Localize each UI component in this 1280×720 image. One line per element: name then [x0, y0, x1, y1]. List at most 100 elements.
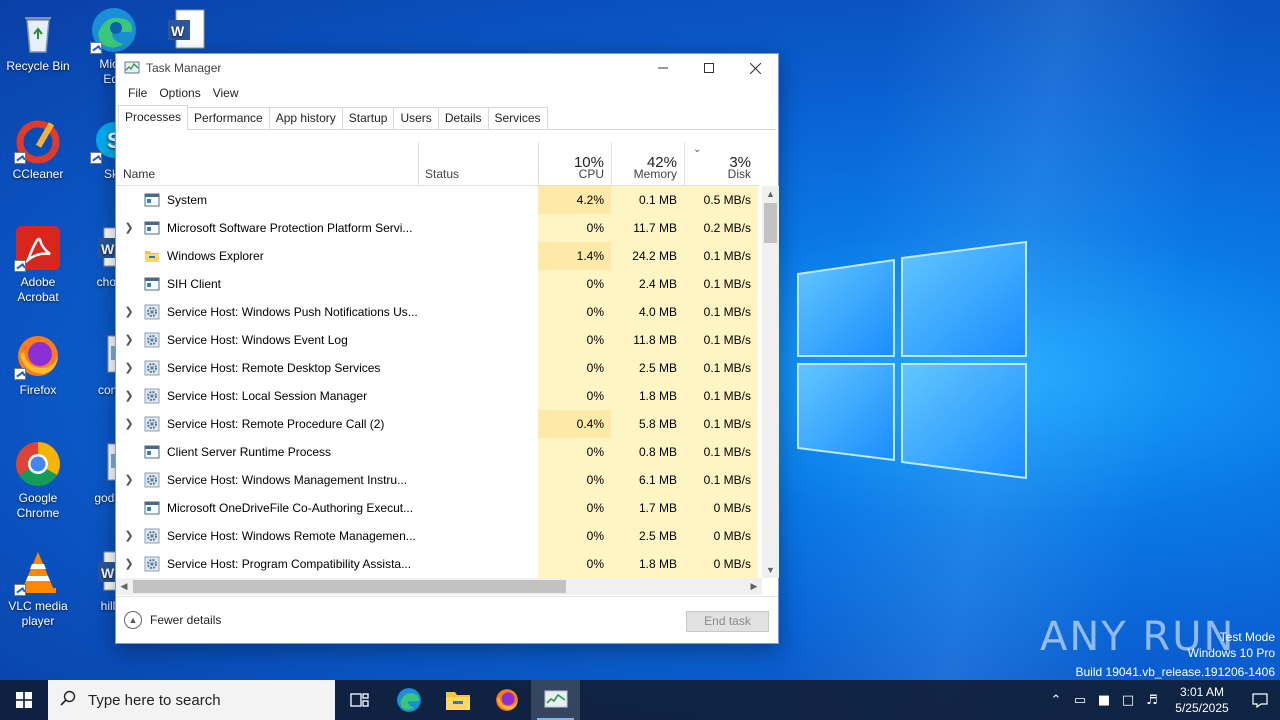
table-row[interactable]: ❯ Service Host: Windows Push Notification… [116, 298, 759, 326]
taskbar-search-box[interactable]: Type here to search [48, 680, 335, 720]
network-icon[interactable]: □ [1116, 693, 1140, 708]
desktop-icon-ccleaner[interactable]: CCleaner [0, 116, 76, 182]
expand-chevron-icon[interactable]: ❯ [123, 417, 135, 431]
table-row[interactable]: System 4.2% 0.1 MB 0.5 MB/s [116, 186, 759, 214]
close-icon [749, 62, 761, 74]
table-row[interactable]: ❯ Service Host: Remote Desktop Services 0%… [116, 354, 759, 382]
desktop-icon-recycle-bin[interactable]: Recycle Bin [0, 8, 76, 74]
table-row[interactable]: ❯ Service Host: Windows Event Log 0% 11.8 M… [116, 326, 759, 354]
process-name: Microsoft Software Protection Platform S… [167, 221, 413, 235]
column-header-cpu[interactable]: 10% CPU [538, 142, 611, 186]
desktop-icon-vlc[interactable]: VLC media player [0, 548, 76, 629]
firefox-icon [495, 689, 518, 711]
vertical-scroll-thumb[interactable] [764, 203, 777, 243]
tab-details[interactable]: Details [437, 107, 489, 129]
menu-options[interactable]: Options [153, 86, 206, 100]
column-header-row: Name Status 10% CPU 42% Memory ⌄ 3% Disk [116, 142, 759, 186]
maximize-button[interactable] [686, 54, 732, 82]
minimize-button[interactable] [640, 54, 686, 82]
horizontal-scroll-thumb[interactable] [133, 580, 566, 593]
tab-users[interactable]: Users [393, 107, 439, 129]
desktop-icon-firefox[interactable]: Firefox [0, 332, 76, 398]
gear-icon [144, 416, 160, 432]
taskbar-edge[interactable] [384, 680, 433, 720]
desktop-icon-adobe-acrobat[interactable]: Adobe Acrobat [0, 224, 76, 305]
expand-chevron-icon[interactable]: ❯ [123, 473, 135, 487]
action-center-button[interactable] [1240, 692, 1280, 708]
expand-chevron-icon[interactable]: ❯ [123, 361, 135, 375]
table-row[interactable]: Microsoft OneDriveFile Co-Authoring Exec… [116, 494, 759, 522]
expand-chevron-icon[interactable]: ❯ [123, 389, 135, 403]
tablet-icon[interactable]: ▭ [1068, 693, 1092, 708]
memory-cell: 2.5 MB [611, 354, 684, 382]
taskbar-firefox[interactable] [482, 680, 531, 720]
column-header-name[interactable]: Name [123, 142, 413, 186]
tab-startup[interactable]: Startup [341, 107, 395, 129]
column-header-memory[interactable]: 42% Memory [611, 142, 684, 186]
tab-app-history[interactable]: App history [268, 107, 343, 129]
table-row[interactable]: Client Server Runtime Process 0% 0.8 MB 0.1… [116, 438, 759, 466]
horizontal-scrollbar[interactable]: ◀ ▶ [116, 578, 762, 595]
cpu-cell: 4.2% [538, 186, 611, 214]
table-row[interactable]: ❯ Service Host: Windows Remote Managemen.… [116, 522, 759, 550]
table-row[interactable]: ❯ Service Host: Program Compatibility Ass… [116, 550, 759, 578]
scroll-down-arrow-icon[interactable]: ▼ [762, 562, 779, 578]
volume-icon[interactable]: ♬ [1140, 693, 1164, 708]
end-task-button[interactable]: End task [686, 611, 769, 632]
watermark-build: Build 19041.vb_release.191206-1406 [1075, 665, 1276, 679]
desktop-icon-word-document[interactable]: W [148, 6, 224, 57]
vertical-scrollbar[interactable]: ▲ ▼ [762, 186, 779, 578]
taskbar-file-explorer[interactable] [433, 680, 482, 720]
column-header-disk[interactable]: ⌄ 3% Disk [684, 142, 758, 186]
expand-chevron-icon[interactable]: ❯ [123, 557, 135, 571]
disk-cell: 0.1 MB/s [684, 354, 758, 382]
menu-bar: File Options View [116, 82, 778, 104]
scroll-left-arrow-icon[interactable]: ◀ [116, 578, 132, 595]
expand-chevron-icon[interactable]: ❯ [123, 333, 135, 347]
tab-services[interactable]: Services [487, 107, 548, 129]
memory-cell: 11.7 MB [611, 214, 684, 242]
scroll-up-arrow-icon[interactable]: ▲ [762, 186, 779, 202]
tab-performance[interactable]: Performance [187, 107, 270, 129]
table-row[interactable]: ❯ Microsoft Software Protection Platform … [116, 214, 759, 242]
start-button[interactable] [0, 680, 48, 720]
memory-cell: 0.8 MB [611, 438, 684, 466]
desktop-icon-google-chrome[interactable]: Google Chrome [0, 440, 76, 521]
ccleaner-icon [14, 116, 62, 164]
title-bar[interactable]: Task Manager [116, 54, 778, 82]
window-title: Task Manager [146, 61, 222, 75]
chevron-up-icon: ▲ [124, 611, 142, 629]
disk-cell: 0.1 MB/s [684, 410, 758, 438]
memory-cell: 4.0 MB [611, 298, 684, 326]
table-row[interactable]: SIH Client 0% 2.4 MB 0.1 MB/s [116, 270, 759, 298]
fewer-details-button[interactable]: ▲ Fewer details [124, 611, 221, 629]
folder-icon [445, 692, 470, 710]
memory-cell: 1.7 MB [611, 494, 684, 522]
task-view-icon [349, 693, 369, 707]
table-row[interactable]: ❯ Service Host: Local Session Manager 0% 1.… [116, 382, 759, 410]
process-name: Microsoft OneDriveFile Co-Authoring Exec… [167, 501, 414, 515]
expand-chevron-icon[interactable]: ❯ [123, 221, 135, 235]
tab-processes[interactable]: Processes [118, 105, 189, 130]
word-document-icon: W [162, 6, 210, 54]
expand-chevron-icon[interactable]: ❯ [123, 529, 135, 543]
expand-chevron-icon[interactable]: ❯ [123, 305, 135, 319]
clock[interactable]: 3:01 AM 5/25/2025 [1164, 684, 1240, 716]
column-header-status[interactable]: Status [418, 142, 538, 186]
chevron-up-icon[interactable]: ⌃ [1044, 693, 1068, 708]
table-row[interactable]: Windows Explorer 1.4% 24.2 MB 0.1 MB/s [116, 242, 759, 270]
table-row[interactable]: ❯ Service Host: Remote Procedure Call (2)… [116, 410, 759, 438]
process-name: Windows Explorer [167, 249, 264, 263]
cpu-cell: 0% [538, 214, 611, 242]
close-button[interactable] [732, 54, 778, 82]
table-row[interactable]: ❯ Service Host: Windows Management Instru… [116, 466, 759, 494]
meet-now-icon[interactable]: ■ [1092, 693, 1116, 708]
menu-file[interactable]: File [122, 86, 153, 100]
taskbar-task-manager[interactable] [531, 680, 580, 720]
memory-cell: 1.8 MB [611, 382, 684, 410]
task-manager-window[interactable]: Task Manager File Options View Processes… [115, 53, 779, 644]
scroll-right-arrow-icon[interactable]: ▶ [746, 578, 762, 595]
disk-cell: 0.1 MB/s [684, 382, 758, 410]
menu-view[interactable]: View [207, 86, 245, 100]
task-view-button[interactable] [335, 680, 384, 720]
